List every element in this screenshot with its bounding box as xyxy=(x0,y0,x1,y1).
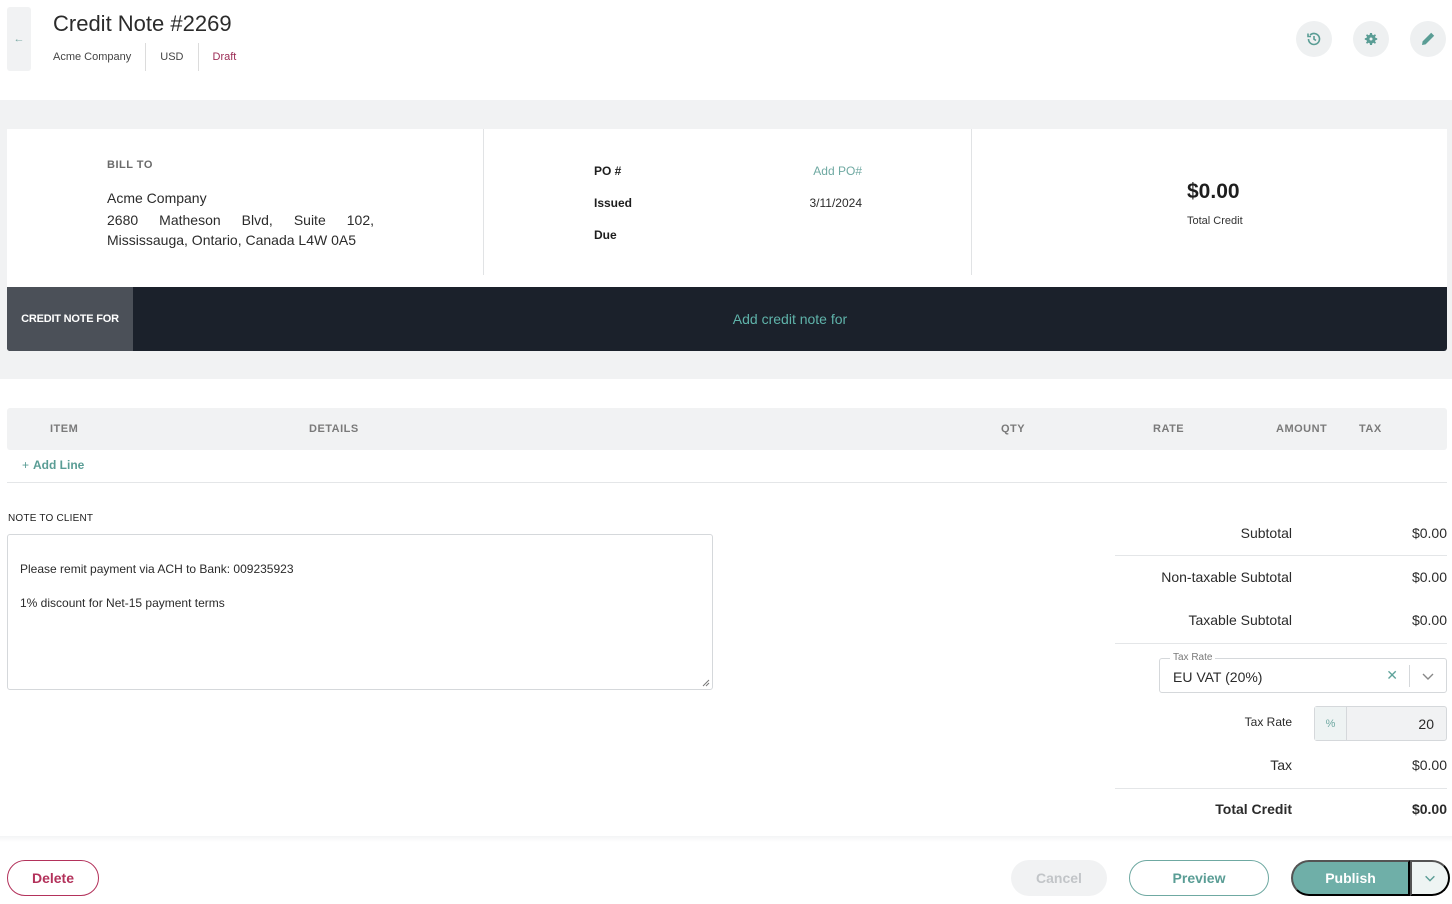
clear-icon[interactable]: ✕ xyxy=(1386,667,1398,684)
column-details: DETAILS xyxy=(309,423,359,435)
resize-handle-icon[interactable] xyxy=(702,679,710,687)
document-meta: Acme Company USD Draft xyxy=(53,43,250,71)
nontaxable-row: Non-taxable Subtotal $0.00 xyxy=(1115,569,1447,589)
bill-to-label: BILL TO xyxy=(107,159,153,171)
preview-button[interactable]: Preview xyxy=(1129,860,1269,896)
publish-button[interactable]: Publish xyxy=(1291,860,1410,896)
summary-card: BILL TO Acme Company 2680 Matheson Blvd,… xyxy=(7,129,1447,287)
divider xyxy=(7,482,1447,483)
subtotal-value: $0.00 xyxy=(1411,525,1447,541)
header-actions xyxy=(1296,21,1446,57)
edit-button[interactable] xyxy=(1410,21,1446,57)
page-header: ← Credit Note #2269 Acme Company USD Dra… xyxy=(0,0,1452,100)
taxable-value: $0.00 xyxy=(1411,612,1447,628)
chevron-down-icon xyxy=(1425,875,1435,882)
publish-options-button[interactable] xyxy=(1410,860,1450,896)
pencil-icon xyxy=(1422,32,1435,45)
nontaxable-label: Non-taxable Subtotal xyxy=(1161,569,1292,585)
total-credit-amount: $0.00 xyxy=(1187,180,1240,203)
tax-row: Tax $0.00 xyxy=(1115,757,1447,777)
subtotal-label: Subtotal xyxy=(1240,525,1292,541)
nontaxable-value: $0.00 xyxy=(1411,569,1447,585)
history-button[interactable] xyxy=(1296,21,1332,57)
column-divider xyxy=(483,129,484,275)
po-row: PO # Add PO# xyxy=(594,164,862,178)
total-credit-row-label: Total Credit xyxy=(1215,801,1292,817)
page-title: Credit Note #2269 xyxy=(53,11,232,36)
items-table-header: ITEM DETAILS QTY RATE AMOUNT TAX xyxy=(7,408,1447,450)
tax-rate-label: Tax Rate xyxy=(1244,715,1292,729)
column-amount: AMOUNT xyxy=(1276,423,1328,435)
tax-rate-input[interactable]: % 20 xyxy=(1314,706,1447,741)
issued-date[interactable]: 3/11/2024 xyxy=(810,196,863,210)
note-to-client-textarea[interactable]: Please remit payment via ACH to Bank: 00… xyxy=(7,534,713,690)
issued-row: Issued 3/11/2024 xyxy=(594,196,862,210)
status-badge: Draft xyxy=(197,43,251,71)
credit-note-for-label: CREDIT NOTE FOR xyxy=(7,287,133,351)
cancel-button[interactable]: Cancel xyxy=(1011,860,1107,896)
percent-icon: % xyxy=(1315,707,1347,740)
note-text: Please remit payment via ACH to Bank: 00… xyxy=(20,562,294,610)
taxable-row: Taxable Subtotal $0.00 xyxy=(1115,612,1447,632)
due-row: Due xyxy=(594,228,862,242)
delete-button[interactable]: Delete xyxy=(7,860,99,896)
column-item: ITEM xyxy=(50,423,79,435)
add-po-link[interactable]: Add PO# xyxy=(813,164,862,178)
plus-icon: + xyxy=(22,458,30,472)
note-to-client-label: NOTE TO CLIENT xyxy=(8,513,94,524)
bill-to-address: 2680 Matheson Blvd, Suite 102, Mississau… xyxy=(107,212,374,248)
tax-value: $0.00 xyxy=(1411,757,1447,773)
column-qty: QTY xyxy=(1001,423,1026,435)
column-rate: RATE xyxy=(1153,423,1185,435)
divider xyxy=(1115,643,1447,644)
meta-company: Acme Company xyxy=(53,51,132,63)
credit-note-for-bar: CREDIT NOTE FOR Add credit note for xyxy=(7,287,1447,351)
issued-label: Issued xyxy=(594,196,633,210)
history-icon xyxy=(1307,32,1321,46)
total-credit-row-value: $0.00 xyxy=(1411,801,1447,817)
meta-currency: USD xyxy=(145,43,197,71)
back-button[interactable]: ← xyxy=(7,7,31,71)
bill-to-name[interactable]: Acme Company xyxy=(107,190,207,206)
add-credit-note-for-button[interactable]: Add credit note for xyxy=(133,287,1447,351)
divider xyxy=(1115,788,1447,789)
taxable-label: Taxable Subtotal xyxy=(1188,612,1292,628)
chevron-down-icon[interactable] xyxy=(1420,668,1436,684)
due-label: Due xyxy=(594,228,617,242)
tax-rate-value: 20 xyxy=(1418,716,1434,732)
tax-rate-select-value: EU VAT (20%) xyxy=(1173,669,1263,685)
footer-shadow xyxy=(0,836,1452,842)
total-credit-label: Total Credit xyxy=(1187,215,1243,227)
select-divider xyxy=(1409,665,1410,687)
subtotal-row: Subtotal $0.00 xyxy=(1115,525,1447,545)
tax-rate-select-legend: Tax Rate xyxy=(1170,652,1216,663)
tax-rate-select[interactable]: Tax Rate EU VAT (20%) ✕ xyxy=(1159,652,1447,693)
add-line-label: Add Line xyxy=(33,458,85,472)
tax-label: Tax xyxy=(1270,757,1292,773)
column-divider xyxy=(971,129,972,275)
settings-button[interactable] xyxy=(1353,21,1389,57)
column-tax: TAX xyxy=(1359,423,1382,435)
add-line-button[interactable]: + Add Line xyxy=(22,458,84,472)
divider xyxy=(1115,555,1447,556)
gear-icon xyxy=(1364,33,1378,45)
total-credit-row: Total Credit $0.00 xyxy=(1115,801,1447,821)
po-label: PO # xyxy=(594,164,622,178)
arrow-left-icon: ← xyxy=(13,33,25,45)
